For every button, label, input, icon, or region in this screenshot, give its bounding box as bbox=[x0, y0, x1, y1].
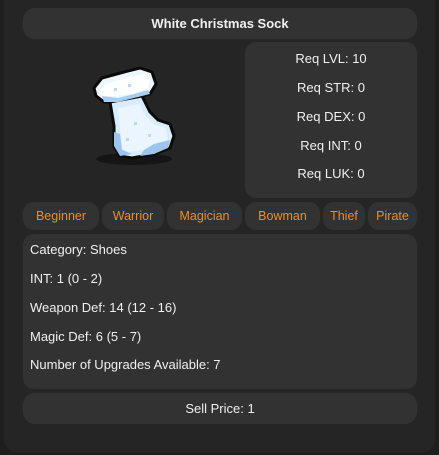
item-upgrades: Number of Upgrades Available: 7 bbox=[30, 357, 221, 372]
job-label: Pirate bbox=[376, 209, 409, 223]
job-label: Beginner bbox=[35, 209, 87, 223]
job-label: Thief bbox=[330, 209, 358, 223]
job-tab-beginner: Beginner bbox=[22, 201, 100, 231]
req-dex: Req DEX: 0 bbox=[296, 109, 366, 124]
white-christmas-sock-icon bbox=[84, 62, 180, 174]
item-info-box: Category: Shoes INT: 1 (0 - 2) Weapon De… bbox=[22, 233, 418, 390]
req-int: Req INT: 0 bbox=[300, 138, 362, 153]
sell-price-bar: Sell Price: 1 bbox=[22, 392, 418, 425]
job-tab-warrior: Warrior bbox=[101, 201, 165, 231]
job-tab-bowman: Bowman bbox=[244, 201, 321, 231]
job-label: Warrior bbox=[112, 209, 154, 223]
item-name: White Christmas Sock bbox=[151, 16, 289, 31]
sell-price: Sell Price: 1 bbox=[185, 401, 255, 416]
item-category: Category: Shoes bbox=[30, 242, 127, 257]
job-tab-thief: Thief bbox=[322, 201, 366, 231]
job-tab-pirate: Pirate bbox=[367, 201, 418, 231]
job-label: Bowman bbox=[258, 209, 307, 223]
item-title-bar: White Christmas Sock bbox=[22, 7, 418, 40]
req-luk: Req LUK: 0 bbox=[297, 166, 365, 181]
requirements-box: Req LVL: 10 Req STR: 0 Req DEX: 0 Req IN… bbox=[244, 41, 418, 199]
req-level: Req LVL: 10 bbox=[295, 51, 367, 66]
item-weapon-def: Weapon Def: 14 (12 - 16) bbox=[30, 300, 177, 315]
item-int-stat: INT: 1 (0 - 2) bbox=[30, 271, 103, 286]
req-str: Req STR: 0 bbox=[297, 80, 365, 95]
job-tab-magician: Magician bbox=[166, 201, 243, 231]
job-label: Magician bbox=[179, 209, 230, 223]
item-magic-def: Magic Def: 6 (5 - 7) bbox=[30, 329, 142, 344]
